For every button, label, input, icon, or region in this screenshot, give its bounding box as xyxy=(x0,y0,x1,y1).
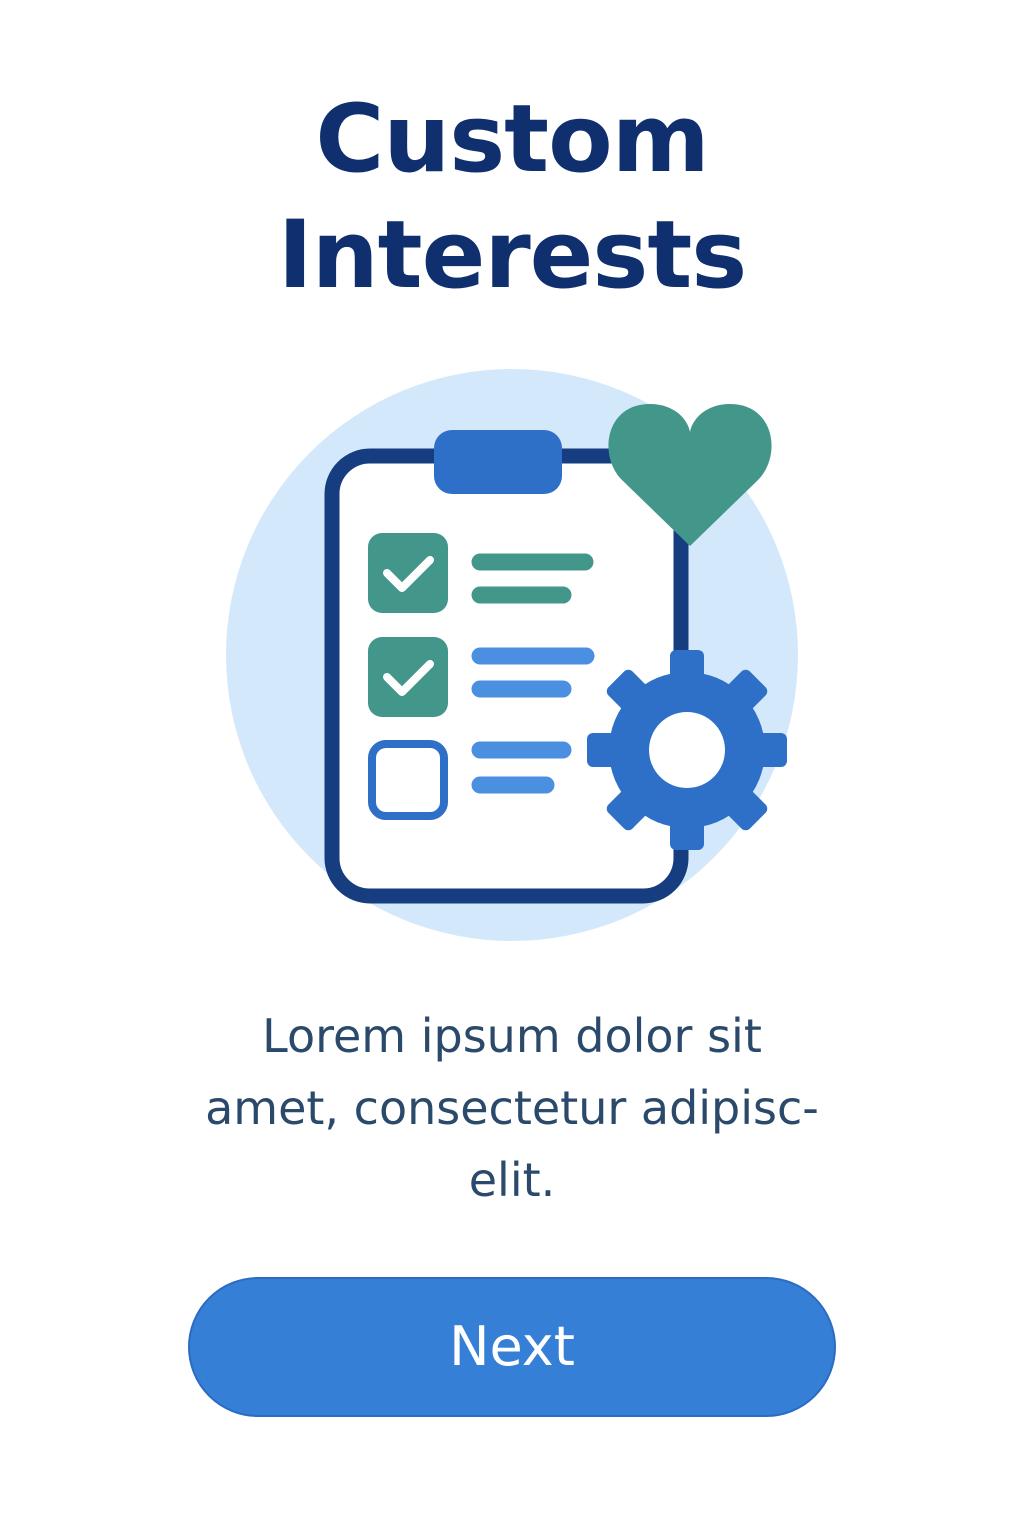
description-line-1: Lorem ipsum dolor sit xyxy=(262,1009,762,1063)
page-title: Custom Interests xyxy=(0,82,1024,314)
checkbox-empty-icon xyxy=(368,740,448,820)
page-title-line-2: Interests xyxy=(277,201,748,310)
next-button[interactable]: Next xyxy=(188,1277,836,1417)
gear-icon xyxy=(587,650,787,850)
description-line-3: elit. xyxy=(468,1153,556,1207)
description-text: Lorem ipsum dolor sit amet, consectetur … xyxy=(180,1000,844,1216)
clipboard-icon xyxy=(324,430,689,904)
list-line-3 xyxy=(471,741,572,794)
list-line-1 xyxy=(471,553,594,604)
background-circle xyxy=(226,369,798,941)
page-title-line-1: Custom xyxy=(315,85,709,194)
heart-icon xyxy=(608,404,772,546)
checkbox-checked-icon xyxy=(368,637,448,717)
checkbox-checked-icon xyxy=(368,533,448,613)
list-line-2 xyxy=(471,647,595,698)
description-line-2: amet, consectetur adipisc- xyxy=(205,1081,819,1135)
